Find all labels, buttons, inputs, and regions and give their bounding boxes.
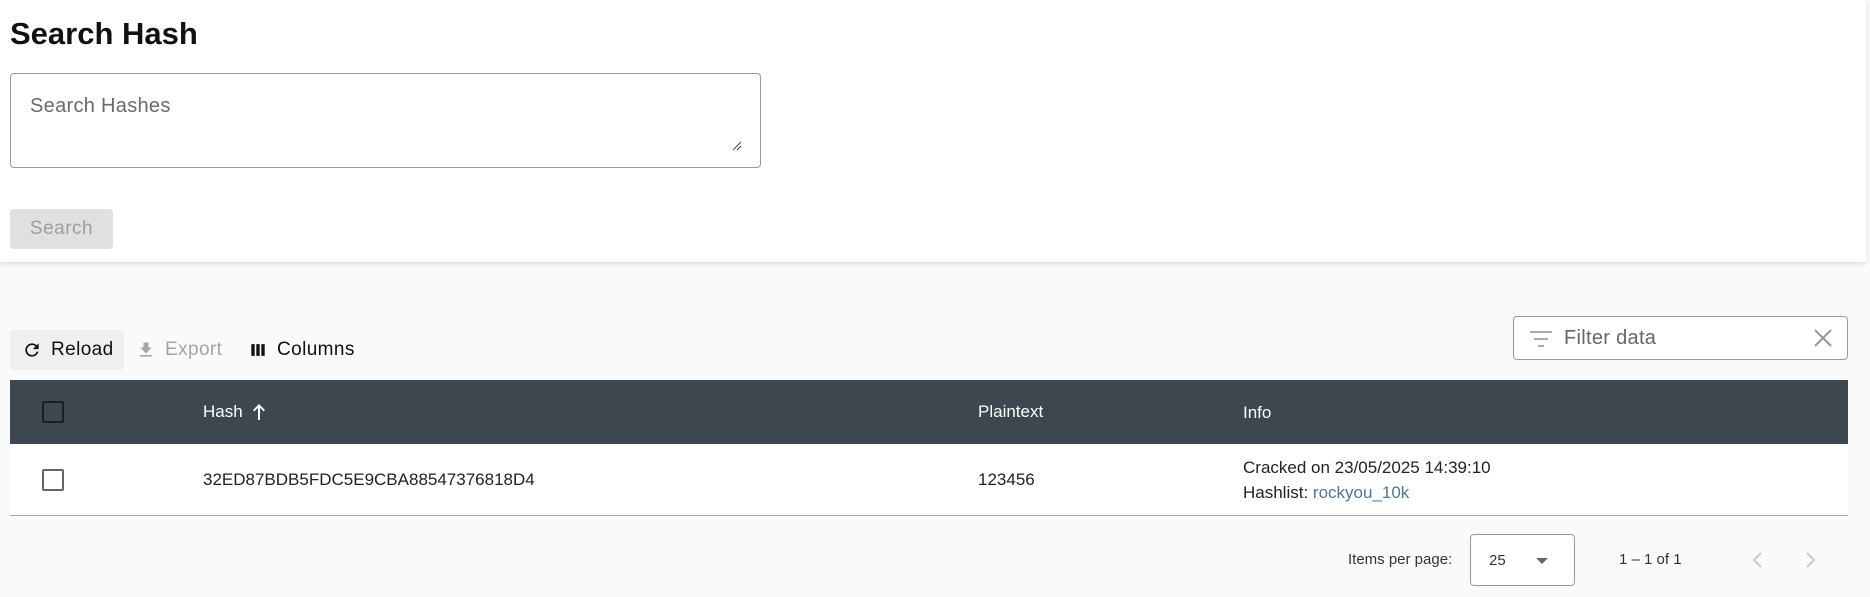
column-header-plaintext-label: Plaintext bbox=[978, 402, 1044, 421]
items-per-page-label: Items per page: bbox=[1348, 551, 1453, 568]
export-label: Export bbox=[165, 339, 223, 360]
hash-cell: 32ED87BDB5FDC5E9CBA88547376818D4 bbox=[203, 469, 535, 489]
hash-table: Hash Plaintext Info 32ED87BDB5FDC5E9CBA8… bbox=[10, 380, 1848, 516]
column-header-hash[interactable]: Hash bbox=[203, 380, 267, 444]
column-header-plaintext[interactable]: Plaintext bbox=[978, 380, 1043, 444]
row-select-checkbox[interactable] bbox=[42, 468, 64, 491]
items-per-page-select[interactable]: 25 bbox=[1470, 534, 1575, 586]
search-button[interactable]: Search bbox=[10, 209, 113, 249]
next-page-button[interactable] bbox=[1799, 548, 1823, 572]
close-icon[interactable] bbox=[1813, 328, 1833, 348]
columns-label: Columns bbox=[277, 339, 355, 360]
download-icon bbox=[140, 342, 152, 357]
table-row[interactable]: 32ED87BDB5FDC5E9CBA88547376818D4 123456 … bbox=[10, 444, 1848, 516]
search-hash-card: Search Hash Search bbox=[0, 0, 1866, 262]
page-range-label: 1 – 1 of 1 bbox=[1619, 551, 1682, 568]
export-button[interactable]: Export bbox=[136, 330, 222, 370]
paginator: Items per page: 25 1 – 1 of 1 bbox=[0, 534, 1870, 586]
search-hashes-input[interactable] bbox=[11, 74, 760, 167]
chevron-right-icon bbox=[1806, 552, 1816, 568]
select-all-checkbox[interactable] bbox=[42, 401, 64, 423]
arrow-upward-icon bbox=[252, 404, 265, 420]
column-header-info[interactable]: Info bbox=[1243, 380, 1271, 444]
refresh-icon bbox=[25, 343, 39, 357]
view-column-icon bbox=[251, 344, 265, 356]
column-header-info-label: Info bbox=[1243, 402, 1272, 422]
reload-label: Reload bbox=[51, 339, 114, 360]
resize-grip-icon[interactable] bbox=[732, 141, 742, 151]
table-header-row: Hash Plaintext Info bbox=[10, 380, 1848, 444]
filter-data-input[interactable] bbox=[1564, 317, 1804, 359]
reload-button[interactable]: Reload bbox=[10, 330, 124, 370]
dropdown-arrow-icon bbox=[1536, 558, 1548, 564]
hashlist-link[interactable]: rockyou_10k bbox=[1313, 483, 1409, 502]
column-header-hash-label: Hash bbox=[203, 402, 243, 421]
search-hashes-field[interactable] bbox=[10, 73, 761, 168]
page-title: Search Hash bbox=[10, 16, 198, 51]
info-cell: Cracked on 23/05/2025 14:39:10 Hashlist:… bbox=[1243, 444, 1491, 515]
hashlist-label: Hashlist: bbox=[1243, 482, 1309, 502]
previous-page-button[interactable] bbox=[1745, 548, 1769, 572]
items-per-page-value: 25 bbox=[1489, 552, 1506, 569]
columns-button[interactable]: Columns bbox=[248, 330, 355, 370]
cracked-date-text: Cracked on 23/05/2025 14:39:10 bbox=[1243, 457, 1491, 477]
plaintext-cell: 123456 bbox=[978, 469, 1035, 489]
hashlist-line: Hashlist: rockyou_10k bbox=[1243, 480, 1409, 505]
select-all-cell bbox=[42, 380, 64, 444]
row-select-cell bbox=[42, 444, 64, 515]
filter-list-icon bbox=[1530, 331, 1552, 347]
chevron-left-icon bbox=[1752, 552, 1762, 568]
filter-data-field[interactable] bbox=[1513, 316, 1848, 360]
